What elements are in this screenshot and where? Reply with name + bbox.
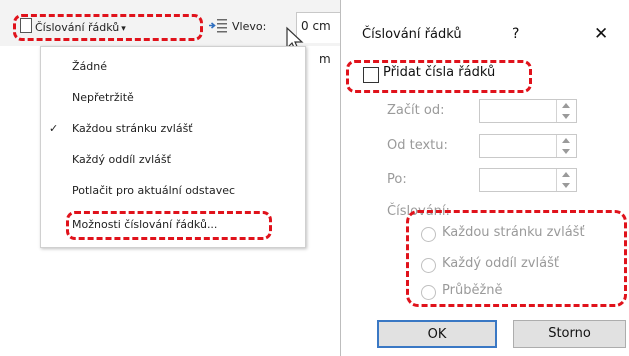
cancel-button[interactable]: Storno <box>513 320 626 348</box>
highlight-line-numbers-button <box>13 14 203 41</box>
by-label: Po: <box>387 172 407 187</box>
menu-item-suppress-current-paragraph[interactable]: Potlačit pro aktuální odstavec <box>41 178 305 204</box>
by-spinner[interactable] <box>479 168 577 192</box>
highlight-add-line-numbers <box>346 60 532 93</box>
menu-item-continuous[interactable]: Nepřetržitě <box>41 85 305 111</box>
indent-left-icon <box>209 19 227 33</box>
spinner-up-icon[interactable] <box>562 103 570 108</box>
spinner-down-icon[interactable] <box>562 149 570 154</box>
menu-item-label: Nepřetržitě <box>72 91 134 104</box>
highlight-line-numbering-options <box>66 211 272 240</box>
menu-item-label: Každý oddíl zvlášť <box>72 153 171 166</box>
start-at-spinner[interactable] <box>479 99 577 123</box>
menu-item-restart-each-section[interactable]: Každý oddíl zvlášť <box>41 147 305 173</box>
spinner-up-icon[interactable] <box>562 138 570 143</box>
menu-item-label: Každou stránku zvlášť <box>72 122 193 135</box>
menu-item-restart-each-page[interactable]: ✓ Každou stránku zvlášť <box>41 116 305 142</box>
dialog-title: Číslování řádků <box>362 27 462 42</box>
highlight-numbering-options <box>406 210 627 307</box>
menu-item-none[interactable]: Žádné <box>41 54 305 80</box>
from-text-spinner[interactable] <box>479 134 577 158</box>
indent-left-label: Vlevo: <box>232 20 267 33</box>
help-icon[interactable]: ? <box>512 26 519 42</box>
menu-item-label: Potlačit pro aktuální odstavec <box>72 184 236 197</box>
spinner-buttons[interactable] <box>556 169 576 191</box>
spinner-buttons[interactable] <box>556 135 576 157</box>
spinner-down-icon[interactable] <box>562 114 570 119</box>
ok-button[interactable]: OK <box>377 320 497 348</box>
start-at-label: Začít od: <box>387 103 445 118</box>
spinner-down-icon[interactable] <box>562 183 570 188</box>
close-icon[interactable]: ✕ <box>594 24 608 44</box>
menu-item-label: Žádné <box>72 60 107 73</box>
spinner-up-icon[interactable] <box>562 172 570 177</box>
from-text-label: Od textu: <box>387 138 448 153</box>
indent-right-unit: m <box>319 52 331 66</box>
checkmark-icon: ✓ <box>49 122 59 135</box>
line-numbers-dialog: Číslování řádků ? ✕ Přidat čísla řádků Z… <box>340 0 629 356</box>
spinner-buttons[interactable] <box>556 100 576 122</box>
